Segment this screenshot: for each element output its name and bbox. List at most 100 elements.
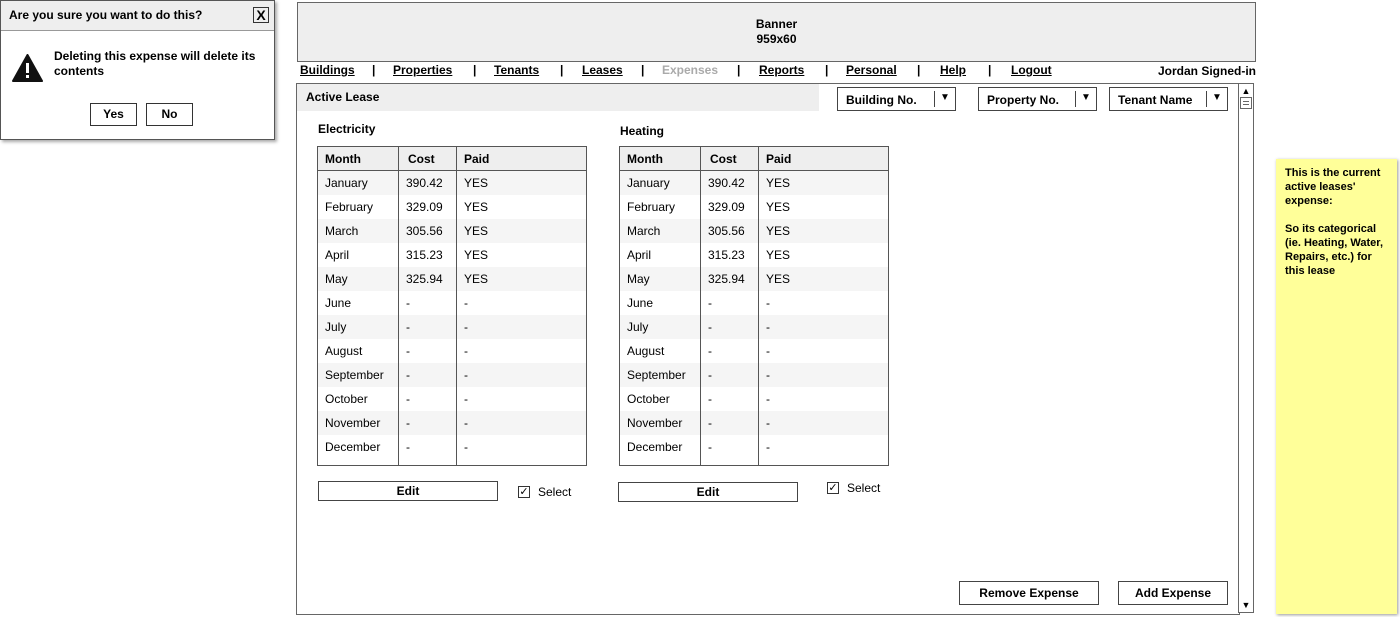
nav-separator: | xyxy=(560,63,564,77)
table-cell: YES xyxy=(464,248,489,262)
table-cell: May xyxy=(627,272,650,286)
column-header: Paid xyxy=(464,152,490,166)
table-cell: November xyxy=(325,416,381,430)
table-cell: 315.23 xyxy=(708,248,745,262)
dropdown-divider xyxy=(1075,91,1076,107)
banner-size: 959x60 xyxy=(756,32,797,46)
heating-table: Month Cost Paid January 390.42 YES February 329… xyxy=(619,146,889,466)
table-cell: November xyxy=(627,416,683,430)
table-cell: - xyxy=(766,296,770,310)
nav-separator: | xyxy=(473,63,477,77)
nav-buildings[interactable]: Buildings xyxy=(300,63,355,77)
table-row[interactable]: August - - xyxy=(620,339,888,363)
table-cell: YES xyxy=(464,272,489,286)
heating-select-checkbox[interactable]: ✓ xyxy=(827,482,839,494)
table-row[interactable]: December - - xyxy=(318,435,586,459)
table-row[interactable]: October - - xyxy=(318,387,586,411)
nav-logout[interactable]: Logout xyxy=(1011,63,1052,77)
nav-leases[interactable]: Leases xyxy=(582,63,623,77)
sticky-note-text: This is the current active leases' expen… xyxy=(1285,167,1381,207)
table-cell: September xyxy=(325,368,384,382)
heating-edit-button[interactable]: Edit xyxy=(618,482,798,502)
scroll-down-icon[interactable]: ▼ xyxy=(1241,600,1251,610)
table-row[interactable]: July - - xyxy=(318,315,586,339)
column-header: Month xyxy=(325,152,361,166)
table-row[interactable]: November - - xyxy=(620,411,888,435)
table-cell: YES xyxy=(464,176,489,190)
electricity-select-checkbox[interactable]: ✓ xyxy=(518,486,530,498)
table-cell: 329.09 xyxy=(708,200,745,214)
dropdown-divider xyxy=(934,91,935,107)
table-row[interactable]: December - - xyxy=(620,435,888,459)
dialog-message: Deleting this expense will delete its co… xyxy=(54,49,256,78)
building-dropdown[interactable]: Building No. ▼ xyxy=(837,87,956,111)
nav-separator: | xyxy=(988,63,992,77)
table-row[interactable]: September - - xyxy=(318,363,586,387)
remove-expense-button[interactable]: Remove Expense xyxy=(959,581,1099,605)
electricity-edit-button[interactable]: Edit xyxy=(318,481,498,501)
confirm-dialog: Are you sure you want to do this? X Dele… xyxy=(0,0,275,140)
nav-help[interactable]: Help xyxy=(940,63,966,77)
table-cell: 325.94 xyxy=(708,272,745,286)
no-button[interactable]: No xyxy=(146,103,193,126)
table-cell: YES xyxy=(464,224,489,238)
banner: Banner 959x60 xyxy=(297,2,1256,62)
sticky-note: This is the current active leases' expen… xyxy=(1276,159,1397,614)
nav-personal[interactable]: Personal xyxy=(846,63,897,77)
table-row[interactable]: January 390.42 YES xyxy=(318,171,586,195)
column-header: Cost xyxy=(710,152,737,166)
column-divider xyxy=(398,147,399,465)
table-cell: - xyxy=(464,368,468,382)
add-expense-button[interactable]: Add Expense xyxy=(1118,581,1228,605)
table-row[interactable]: February 329.09 YES xyxy=(318,195,586,219)
nav-reports[interactable]: Reports xyxy=(759,63,804,77)
table-row[interactable]: June - - xyxy=(620,291,888,315)
table-row[interactable]: May 325.94 YES xyxy=(318,267,586,291)
yes-button[interactable]: Yes xyxy=(90,103,137,126)
building-dropdown-label: Building No. xyxy=(846,93,917,107)
table-cell: - xyxy=(406,320,410,334)
table-row[interactable]: March 305.56 YES xyxy=(620,219,888,243)
nav-tenants[interactable]: Tenants xyxy=(494,63,539,77)
property-dropdown[interactable]: Property No. ▼ xyxy=(978,87,1097,111)
table-row[interactable]: January 390.42 YES xyxy=(620,171,888,195)
tenant-dropdown[interactable]: Tenant Name ▼ xyxy=(1109,87,1228,111)
table-row[interactable]: May 325.94 YES xyxy=(620,267,888,291)
table-cell: March xyxy=(627,224,661,238)
table-cell: - xyxy=(766,320,770,334)
table-cell: July xyxy=(627,320,649,334)
table-cell: YES xyxy=(766,224,791,238)
nav-properties[interactable]: Properties xyxy=(393,63,452,77)
nav-separator: | xyxy=(641,63,645,77)
table-cell: - xyxy=(464,344,468,358)
table-row[interactable]: October - - xyxy=(620,387,888,411)
table-cell: - xyxy=(708,344,712,358)
table-cell: August xyxy=(325,344,363,358)
column-divider xyxy=(456,147,457,465)
nav-expenses[interactable]: Expenses xyxy=(662,63,718,77)
electricity-select-label: Select xyxy=(538,485,572,499)
table-row[interactable]: April 315.23 YES xyxy=(620,243,888,267)
table-row[interactable]: September - - xyxy=(620,363,888,387)
table-cell: YES xyxy=(766,248,791,262)
electricity-table: Month Cost Paid January 390.42 YES February 329… xyxy=(317,146,587,466)
table-row[interactable]: November - - xyxy=(318,411,586,435)
table-cell: - xyxy=(766,368,770,382)
column-divider xyxy=(700,147,701,465)
vertical-scrollbar[interactable]: ▲ ▼ xyxy=(1238,83,1254,613)
table-cell: - xyxy=(406,296,410,310)
close-icon[interactable]: X xyxy=(253,7,269,23)
table-row[interactable]: June - - xyxy=(318,291,586,315)
table-cell: YES xyxy=(464,200,489,214)
table-row[interactable]: March 305.56 YES xyxy=(318,219,586,243)
scroll-thumb[interactable] xyxy=(1240,97,1252,109)
table-cell: 390.42 xyxy=(708,176,745,190)
table-row[interactable]: July - - xyxy=(620,315,888,339)
table-row[interactable]: August - - xyxy=(318,339,586,363)
chevron-down-icon: ▼ xyxy=(1081,92,1091,103)
table-header: Month Cost Paid xyxy=(620,147,888,171)
table-cell: February xyxy=(627,200,676,214)
scroll-up-icon[interactable]: ▲ xyxy=(1241,86,1251,96)
table-row[interactable]: April 315.23 YES xyxy=(318,243,586,267)
table-row[interactable]: February 329.09 YES xyxy=(620,195,888,219)
